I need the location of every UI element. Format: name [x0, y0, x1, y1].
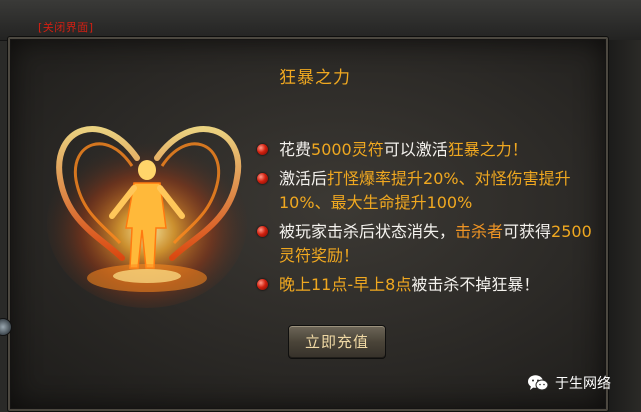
benefit-text: 激活后 [279, 169, 328, 188]
benefit-highlight: 晚上11点-早上8点 [279, 275, 412, 294]
warrior-head [138, 160, 156, 180]
benefit-item-night: 晚上11点-早上8点被击杀不掉狂暴！ [255, 273, 605, 297]
benefit-text: 被玩家击杀后状态消失， [279, 222, 456, 241]
wechat-icon [528, 375, 549, 391]
bullet-dot-icon [257, 144, 268, 155]
benefit-highlight: 5000灵符 [311, 140, 384, 159]
benefit-text: 可以激活 [383, 140, 448, 159]
recharge-button[interactable]: 立即充值 [288, 325, 386, 359]
panel-title: 狂暴之力 [279, 68, 351, 88]
close-link[interactable]: [关闭界面] [38, 19, 94, 35]
fire-base-core [113, 269, 181, 283]
side-scroll-bar [606, 40, 641, 412]
benefit-text: 被击杀不掉狂暴！ [411, 275, 540, 294]
benefit-text: 花费 [279, 140, 312, 159]
benefit-item-bonus: 激活后打怪爆率提升20%、对怪伤害提升10%、最大生命提升100% [255, 167, 605, 215]
bullet-dot-icon [257, 226, 268, 237]
benefit-item-cost: 花费5000灵符可以激活狂暴之力！ [255, 138, 605, 162]
benefit-list: 花费5000灵符可以激活狂暴之力！ 激活后打怪爆率提升20%、对怪伤害提升10%… [255, 138, 605, 302]
watermark: 于生网络 [527, 372, 611, 394]
benefit-highlight: 狂暴之力！ [447, 140, 528, 159]
top-strip: [关闭界面] [0, 0, 641, 41]
benefit-highlight: 击杀者 [455, 222, 504, 241]
benefit-item-reward: 被玩家击杀后状态消失，击杀者可获得2500灵符奖励！ [255, 220, 605, 268]
fire-warrior-illustration [47, 126, 247, 308]
watermark-text: 于生网络 [555, 376, 611, 392]
benefit-text: 可获得 [503, 222, 552, 241]
bullet-dot-icon [257, 173, 268, 184]
bullet-dot-icon [257, 279, 268, 290]
